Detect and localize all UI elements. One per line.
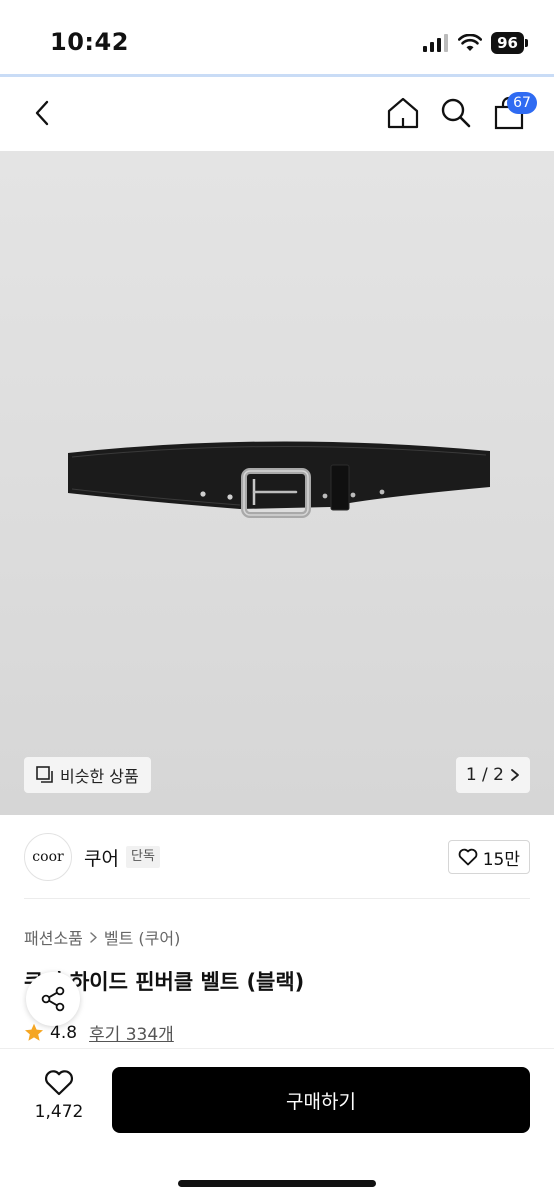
wishlist-button[interactable]: 1,472 [28, 1069, 90, 1122]
similar-products-button[interactable]: 비슷한 상품 [24, 757, 151, 793]
review-count-link[interactable]: 후기 334개 [89, 1020, 174, 1045]
star-icon [25, 1023, 43, 1041]
product-image-belt [68, 441, 490, 518]
chevron-left-icon [35, 100, 49, 126]
status-icons: 96 [423, 32, 528, 54]
top-navigation: 67 [0, 77, 554, 151]
brand-logo[interactable]: coor [24, 833, 72, 881]
brand-like-count: 15만 [482, 849, 520, 870]
brand-name[interactable]: 쿠어 [84, 844, 119, 871]
share-icon [41, 986, 65, 1012]
heart-icon [44, 1070, 74, 1096]
product-image-gallery[interactable]: 비슷한 상품 1 / 2 [0, 151, 554, 815]
battery-indicator: 96 [491, 32, 528, 54]
breadcrumb: 패션소품 벨트 (쿠어) [24, 925, 180, 949]
image-pager-button[interactable]: 1 / 2 [455, 757, 530, 793]
breadcrumb-item-category[interactable]: 패션소품 [24, 925, 83, 949]
status-bar: 10:42 96 [0, 0, 554, 74]
similar-products-label: 비슷한 상품 [60, 767, 139, 786]
back-button[interactable] [26, 95, 58, 131]
brand-row: coor 쿠어 단독 15만 [0, 832, 554, 882]
status-time: 10:42 [50, 28, 129, 56]
exclusive-badge: 단독 [126, 846, 160, 868]
similar-items-icon [36, 766, 53, 783]
section-divider [24, 898, 530, 899]
brand-like-button[interactable]: 15만 [447, 840, 530, 874]
share-button[interactable] [26, 972, 80, 1026]
heart-icon [458, 848, 478, 866]
bottom-action-bar: 1,472 구매하기 [0, 1048, 554, 1200]
signal-icon [423, 34, 449, 52]
cart-count-badge: 67 [507, 92, 537, 114]
search-button[interactable] [438, 93, 474, 133]
wifi-icon [458, 34, 483, 51]
image-pager-label: 1 / 2 [465, 765, 504, 785]
home-indicator [178, 1180, 376, 1187]
buy-button[interactable]: 구매하기 [112, 1067, 530, 1133]
home-icon [387, 97, 419, 129]
wishlist-count: 1,472 [34, 1102, 84, 1122]
home-button[interactable] [385, 93, 421, 133]
chevron-right-icon [90, 931, 97, 943]
search-icon [441, 98, 471, 128]
breadcrumb-item-subcategory[interactable]: 벨트 (쿠어) [104, 925, 180, 949]
chevron-right-icon [511, 769, 519, 781]
